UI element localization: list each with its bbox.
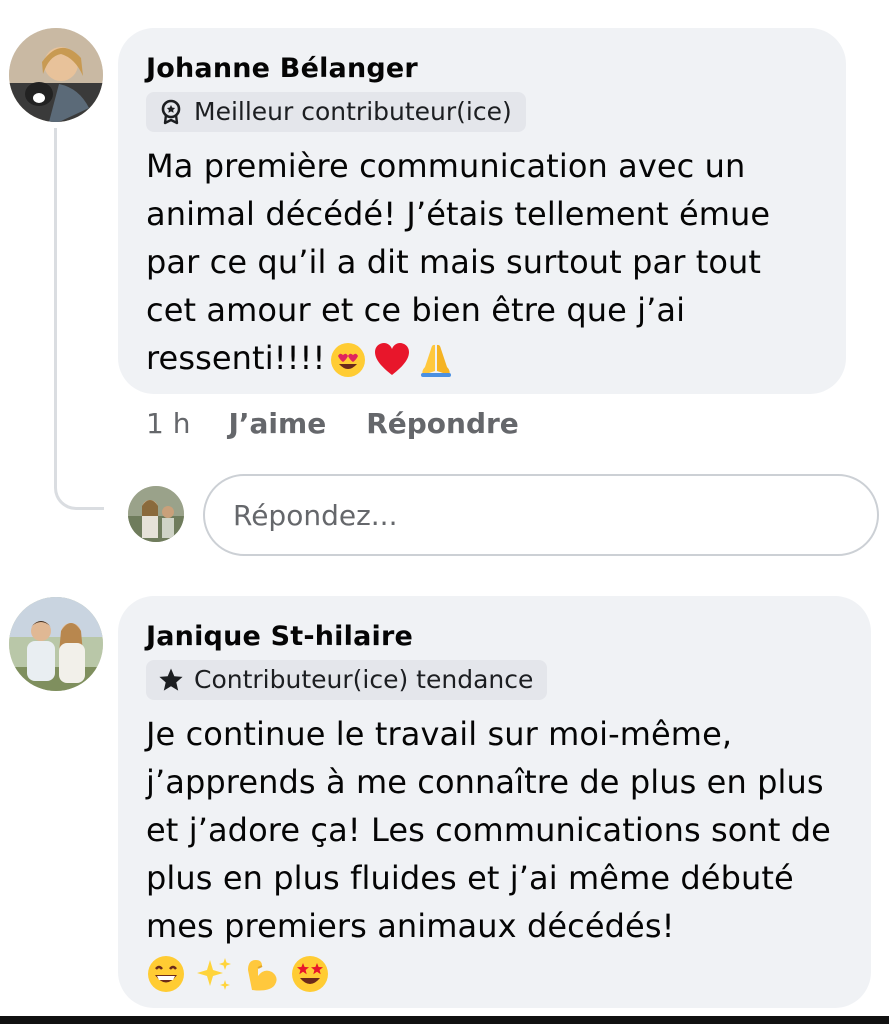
comment-actions: 1 h J’aime Répondre bbox=[146, 407, 559, 440]
badge-label: Meilleur contributeur(ice) bbox=[194, 97, 512, 126]
comment-timestamp[interactable]: 1 h bbox=[146, 407, 190, 440]
comment-bubble: Johanne Bélanger Meilleur contributeur(i… bbox=[118, 28, 846, 394]
contributor-badge[interactable]: Contributeur(ice) tendance bbox=[146, 660, 548, 700]
reply-button[interactable]: Répondre bbox=[366, 407, 519, 440]
profile-photo bbox=[128, 486, 184, 542]
award-icon bbox=[158, 99, 184, 125]
comment-text: Je continue le travail sur moi-même, j’a… bbox=[146, 715, 831, 945]
contributor-badge[interactable]: Meilleur contributeur(ice) bbox=[146, 92, 526, 132]
star-struck-emoji bbox=[292, 956, 328, 992]
badge-label: Contributeur(ice) tendance bbox=[194, 665, 534, 694]
reply-thread-line bbox=[54, 128, 104, 510]
comment-text-content: Ma première communication avec un animal… bbox=[146, 147, 771, 377]
grinning-emoji bbox=[148, 956, 184, 992]
profile-photo bbox=[9, 597, 103, 691]
emoji-group bbox=[146, 954, 843, 994]
star-icon bbox=[158, 667, 184, 693]
avatar-current-user[interactable] bbox=[128, 486, 184, 542]
reply-input[interactable] bbox=[231, 497, 877, 533]
avatar-johanne[interactable] bbox=[9, 28, 103, 122]
red-heart-emoji bbox=[375, 343, 410, 375]
profile-photo bbox=[9, 28, 103, 122]
emoji-group bbox=[329, 341, 455, 379]
screen-edge bbox=[0, 1016, 889, 1024]
flexed-biceps-emoji bbox=[248, 960, 277, 991]
like-button[interactable]: J’aime bbox=[228, 407, 326, 440]
heart-eyes-emoji bbox=[331, 343, 366, 377]
comment-text: Ma première communication avec un animal… bbox=[146, 142, 818, 382]
comment-author[interactable]: Johanne Bélanger bbox=[146, 52, 818, 86]
avatar-janique[interactable] bbox=[9, 597, 103, 691]
folded-hands-emoji bbox=[421, 344, 452, 377]
comment-bubble: Janique St-hilaire Contributeur(ice) ten… bbox=[118, 596, 871, 1008]
comment-author[interactable]: Janique St-hilaire bbox=[146, 620, 843, 654]
sparkles-emoji bbox=[197, 958, 231, 990]
reply-input-container[interactable] bbox=[203, 474, 879, 556]
